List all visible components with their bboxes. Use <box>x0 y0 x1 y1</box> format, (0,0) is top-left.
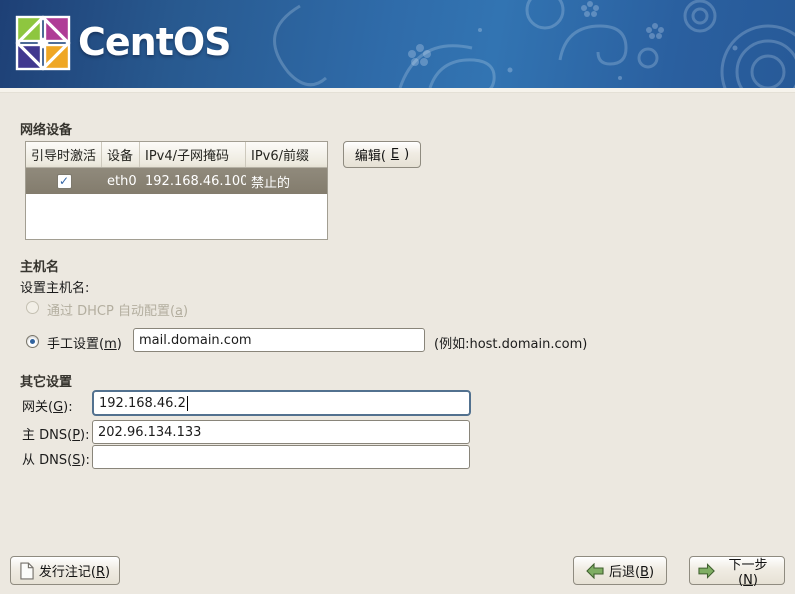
installer-window: CentOS 网络设备 引导时激活 设备 IPv4/子网掩码 IPv6/前缀 e… <box>0 0 795 594</box>
device-cell: eth0 <box>102 174 140 189</box>
active-on-boot-checkbox[interactable] <box>57 174 72 189</box>
next-label: 下一步(N) <box>720 554 776 588</box>
hostname-input-value: mail.domain.com <box>139 333 252 348</box>
column-ipv4[interactable]: IPv4/子网掩码 <box>140 142 246 167</box>
gateway-label: 网关(G): <box>22 396 73 415</box>
arrow-right-icon <box>698 563 715 579</box>
primary-dns-input-value: 202.96.134.133 <box>98 425 201 440</box>
gateway-input[interactable]: 192.168.46.2 <box>92 390 471 416</box>
arrow-left-icon <box>586 563 604 579</box>
hostname-input[interactable]: mail.domain.com <box>133 328 425 352</box>
manual-radio[interactable] <box>26 335 39 348</box>
back-button[interactable]: 后退(B) <box>573 556 667 585</box>
primary-dns-label: 主 DNS(P): <box>22 424 90 443</box>
text-caret <box>187 396 188 411</box>
column-device[interactable]: 设备 <box>102 142 140 167</box>
secondary-dns-input[interactable] <box>92 445 470 469</box>
dhcp-radio-label: 通过 DHCP 自动配置(a) <box>47 300 188 319</box>
network-device-table: 引导时激活 设备 IPv4/子网掩码 IPv6/前缀 eth0 192.168.… <box>25 141 328 240</box>
secondary-dns-label: 从 DNS(S): <box>22 449 90 468</box>
hostname-heading: 主机名 <box>20 256 59 275</box>
network-devices-heading: 网络设备 <box>20 119 72 138</box>
ipv6-cell: 禁止的 <box>246 172 327 191</box>
next-button[interactable]: 下一步(N) <box>689 556 785 585</box>
primary-dns-input[interactable]: 202.96.134.133 <box>92 420 470 444</box>
banner: CentOS <box>0 0 795 88</box>
release-notes-label: 发行注记(R) <box>39 561 110 580</box>
release-notes-button[interactable]: 发行注记(R) <box>10 556 120 585</box>
column-ipv6[interactable]: IPv6/前缀 <box>246 142 327 167</box>
centos-logo-icon <box>14 14 72 72</box>
gateway-input-value: 192.168.46.2 <box>99 396 186 411</box>
table-header: 引导时激活 设备 IPv4/子网掩码 IPv6/前缀 <box>26 142 327 168</box>
banner-bottom-strip <box>0 88 795 93</box>
misc-settings-heading: 其它设置 <box>20 371 72 390</box>
brand-title: CentOS <box>78 20 231 64</box>
table-row[interactable]: eth0 192.168.46.100/24 禁止的 <box>26 168 327 194</box>
edit-button[interactable]: 编辑(E) <box>343 141 421 168</box>
manual-radio-label[interactable]: 手工设置(m) <box>47 333 122 352</box>
document-icon <box>20 562 34 580</box>
hostname-example-hint: (例如:host.domain.com) <box>434 333 587 352</box>
set-hostname-label: 设置主机名: <box>20 277 89 296</box>
back-label: 后退(B) <box>609 561 654 580</box>
ipv4-cell: 192.168.46.100/24 <box>140 174 246 189</box>
column-active-on-boot[interactable]: 引导时激活 <box>26 142 102 167</box>
dhcp-radio <box>26 301 39 314</box>
